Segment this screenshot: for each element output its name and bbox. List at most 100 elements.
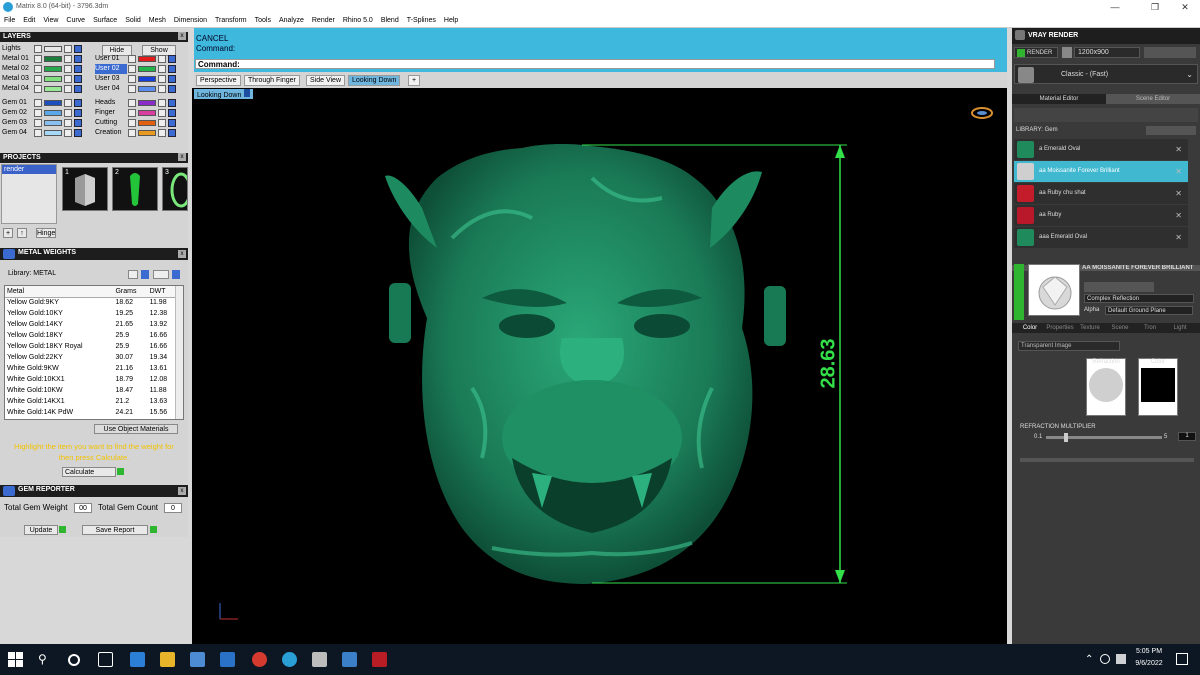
layer-color-swatch[interactable] xyxy=(138,56,156,62)
ground-plane-dropdown[interactable]: Default Ground Plane xyxy=(1105,306,1193,315)
layer-color-swatch[interactable] xyxy=(138,100,156,106)
layer-name[interactable]: User 02 xyxy=(95,64,127,74)
material-item[interactable]: aa Ruby chu shat ✕ xyxy=(1014,183,1188,204)
command-input[interactable]: Command: xyxy=(195,59,995,69)
search-icon[interactable]: ⚲ xyxy=(38,652,53,667)
menu-view[interactable]: View xyxy=(39,14,62,28)
projects-close-icon[interactable]: x xyxy=(178,153,186,161)
close-icon[interactable]: ✕ xyxy=(1175,161,1182,182)
tab-side-view[interactable]: Side View xyxy=(306,75,346,86)
close-icon[interactable]: ✕ xyxy=(1175,205,1182,226)
layer-toggle[interactable] xyxy=(34,99,42,107)
edge-icon[interactable] xyxy=(130,652,145,667)
layer-visibility[interactable] xyxy=(168,85,176,93)
quality-dropdown[interactable]: Classic - (Fast) ⌄ xyxy=(1014,64,1198,84)
transparent-image-dropdown[interactable]: Transparent Image xyxy=(1018,341,1120,351)
mult-value[interactable]: 1 xyxy=(1178,432,1196,441)
layer-name[interactable]: Metal 02 xyxy=(2,64,34,74)
slider-thumb[interactable] xyxy=(1064,433,1068,442)
layer-color-swatch[interactable] xyxy=(44,110,62,116)
matrix-app-icon[interactable] xyxy=(282,652,297,667)
lights-toggle[interactable] xyxy=(34,45,42,53)
resolution-icon[interactable] xyxy=(1062,47,1072,58)
menu-help[interactable]: Help xyxy=(440,14,462,28)
close-icon[interactable]: ✕ xyxy=(1175,183,1182,204)
library-info-icon[interactable] xyxy=(141,270,149,279)
subtab-light[interactable]: Light xyxy=(1166,323,1194,333)
layer-visibility[interactable] xyxy=(168,119,176,127)
layer-toggle[interactable] xyxy=(34,65,42,73)
project-item-render[interactable]: render xyxy=(2,165,56,174)
material-preview-nav-icon[interactable] xyxy=(1014,264,1024,320)
menu-analyze[interactable]: Analyze xyxy=(275,14,308,28)
layer-toggle[interactable] xyxy=(128,109,136,117)
layer-lock[interactable] xyxy=(158,65,166,73)
table-row[interactable]: White Gold:9KW 21.16 13.61 xyxy=(5,363,177,374)
layer-toggle[interactable] xyxy=(128,75,136,83)
menu-blend[interactable]: Blend xyxy=(377,14,403,28)
clock-time[interactable]: 5:05 PM xyxy=(1132,648,1166,655)
network-icon[interactable] xyxy=(1116,654,1126,664)
subtab-texture[interactable]: Texture xyxy=(1076,323,1104,333)
save-report-button[interactable]: Save Report xyxy=(82,525,148,535)
color-slot[interactable]: Color xyxy=(1138,358,1178,416)
tab-scene-editor[interactable]: Scene Editor xyxy=(1106,94,1200,104)
layer-color-swatch[interactable] xyxy=(44,56,62,62)
layer-lock[interactable] xyxy=(158,109,166,117)
hinge-button[interactable]: Hinge xyxy=(36,228,56,238)
rhino-icon[interactable] xyxy=(312,652,327,667)
layer-lock[interactable] xyxy=(64,75,72,83)
close-button[interactable]: ✕ xyxy=(1170,0,1200,14)
material-item[interactable]: aa Ruby ✕ xyxy=(1014,205,1188,226)
menu-edit[interactable]: Edit xyxy=(19,14,39,28)
table-row[interactable]: Yellow Gold:18KY 25.9 16.66 xyxy=(5,330,177,341)
viewport[interactable]: Looking Down 28.63 xyxy=(192,88,1007,644)
table-row[interactable]: White Gold:14KX1 21.2 13.63 xyxy=(5,396,177,407)
tab-material-editor[interactable]: Material Editor xyxy=(1012,94,1106,104)
update-button[interactable]: Update xyxy=(24,525,58,535)
metal-weights-close-icon[interactable]: x xyxy=(178,250,186,258)
subtab-scene[interactable]: Scene xyxy=(1106,323,1134,333)
render-tools[interactable] xyxy=(1144,47,1196,58)
table-row[interactable]: Yellow Gold:9KY 18.62 11.98 xyxy=(5,297,177,308)
chevron-up-icon[interactable]: ⌃ xyxy=(1085,654,1093,665)
preview-buttons[interactable] xyxy=(1084,282,1154,292)
table-row[interactable]: Yellow Gold:18KY Royal 25.9 16.66 xyxy=(5,341,177,352)
refraction-slider[interactable] xyxy=(1046,433,1162,442)
layer-toggle[interactable] xyxy=(128,129,136,137)
layer-visibility[interactable] xyxy=(74,65,82,73)
subtab-color[interactable]: Color xyxy=(1016,323,1044,333)
app-icon[interactable] xyxy=(372,652,387,667)
layer-lock[interactable] xyxy=(64,119,72,127)
col-metal[interactable]: Metal xyxy=(5,286,114,298)
project-up-button[interactable]: ↑ xyxy=(17,228,27,238)
layer-name[interactable]: User 03 xyxy=(95,74,127,84)
layer-name[interactable]: Gem 04 xyxy=(2,128,34,138)
menu-surface[interactable]: Surface xyxy=(89,14,121,28)
library-buttons[interactable] xyxy=(1146,126,1196,135)
lights-vis[interactable] xyxy=(74,45,82,53)
gem-reporter-close-icon[interactable]: x xyxy=(178,487,186,495)
onedrive-icon[interactable] xyxy=(1100,654,1110,664)
update-go-icon[interactable] xyxy=(59,526,66,533)
material-item[interactable]: aa Moissanite Forever Brilliant ✕ xyxy=(1014,161,1188,182)
table-row[interactable]: White Gold:10KX1 18.79 12.08 xyxy=(5,374,177,385)
layer-visibility[interactable] xyxy=(74,129,82,137)
subtab-properties[interactable]: Properties xyxy=(1046,323,1074,333)
table-row[interactable]: Yellow Gold:22KY 30.07 19.34 xyxy=(5,352,177,363)
col-grams[interactable]: Grams xyxy=(113,286,148,298)
layer-toggle[interactable] xyxy=(128,119,136,127)
layer-color-swatch[interactable] xyxy=(138,66,156,72)
layer-lock[interactable] xyxy=(158,119,166,127)
chrome-icon[interactable] xyxy=(252,652,267,667)
layer-name[interactable]: Metal 03 xyxy=(2,74,34,84)
use-object-materials-button[interactable]: Use Object Materials xyxy=(94,424,178,434)
layer-toggle[interactable] xyxy=(128,85,136,93)
table-row[interactable]: White Gold:10KW 18.47 11.88 xyxy=(5,385,177,396)
layer-color-swatch[interactable] xyxy=(44,130,62,136)
project-thumb-2[interactable]: 2 xyxy=(112,167,158,211)
minimize-button[interactable]: — xyxy=(1100,0,1130,14)
menu-transform[interactable]: Transform xyxy=(211,14,251,28)
layer-visibility[interactable] xyxy=(168,55,176,63)
layer-name[interactable]: Heads xyxy=(95,98,127,108)
